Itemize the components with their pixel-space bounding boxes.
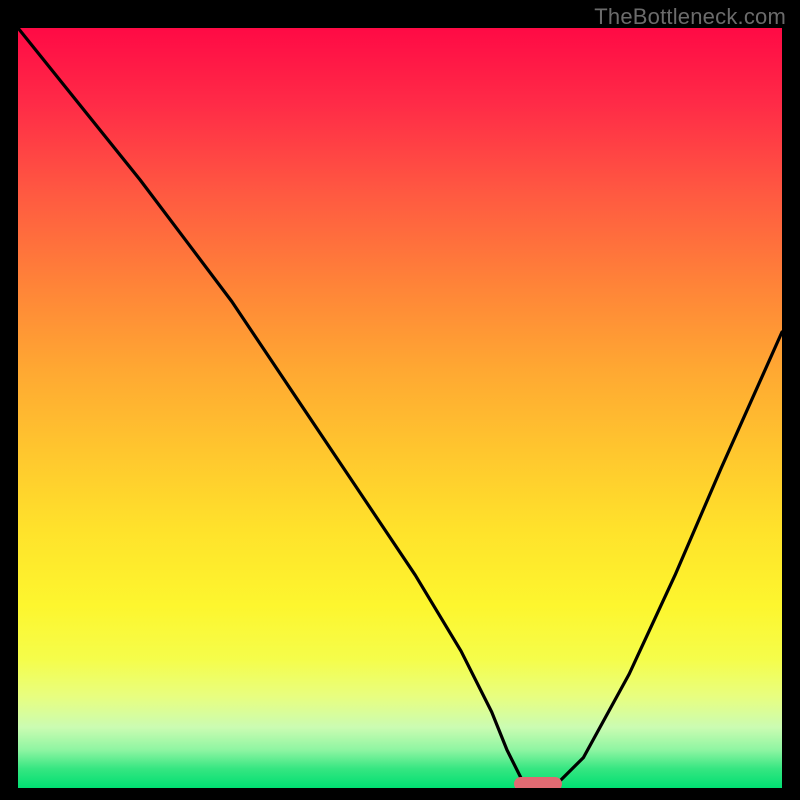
chart-frame [18, 28, 782, 788]
bottleneck-curve [18, 28, 782, 788]
plot-area [18, 28, 782, 788]
watermark-text: TheBottleneck.com [594, 4, 786, 30]
optimum-marker [514, 777, 562, 788]
